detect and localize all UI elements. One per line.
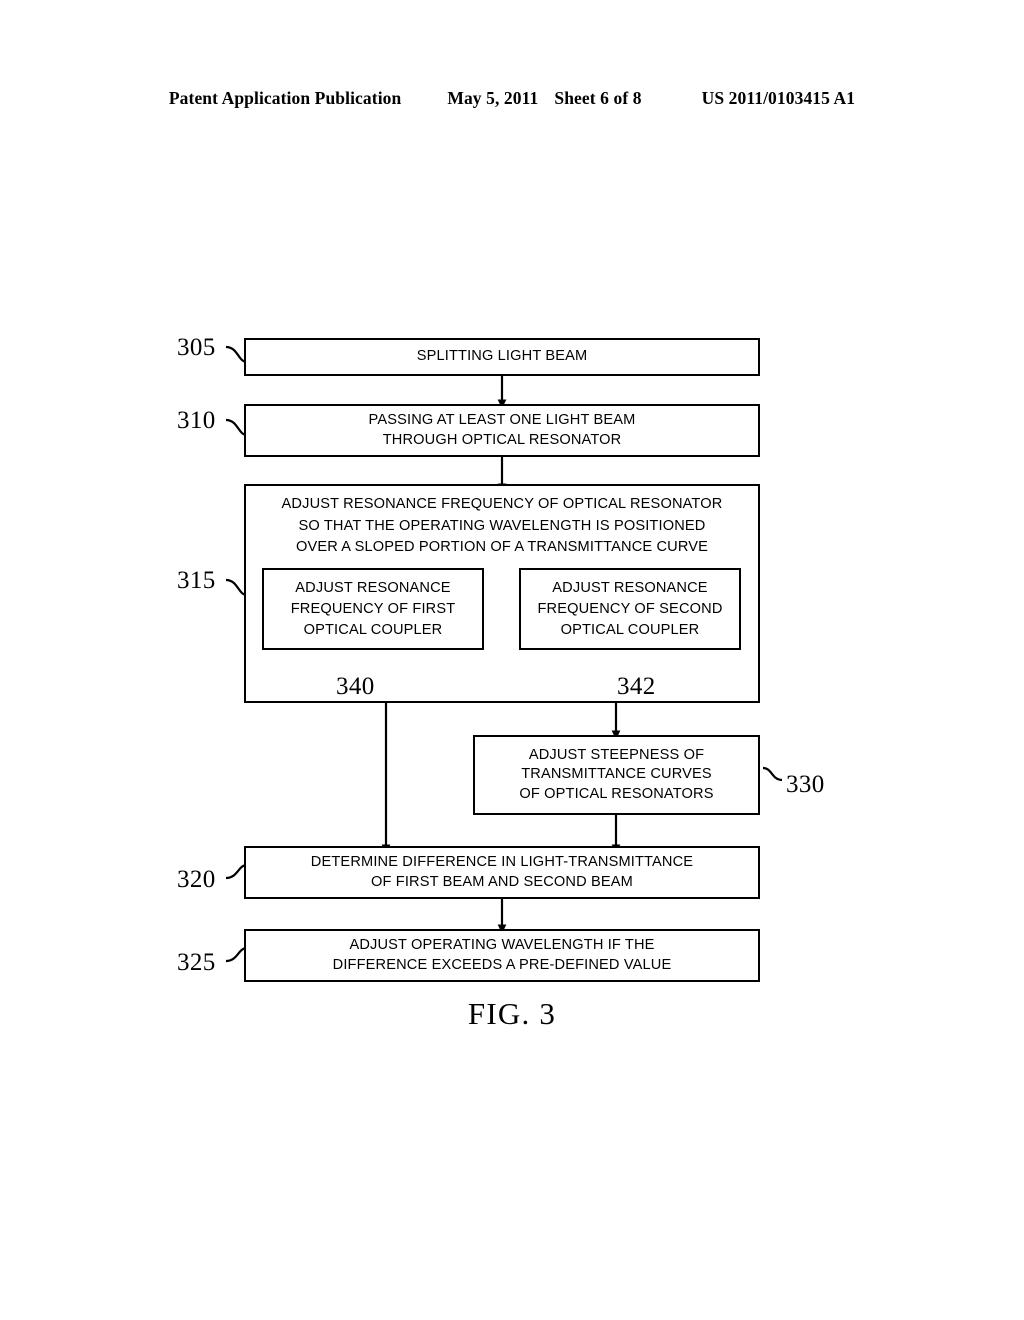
flow-step-310-line-2: THROUGH OPTICAL RESONATOR [382,431,622,448]
flow-substep-340-line-3: OPTICAL COUPLER [303,621,443,638]
flow-step-315-line-2: SO THAT THE OPERATING WAVELENGTH IS POSI… [298,517,706,534]
flow-substep-340-line-2: FREQUENCY OF FIRST [290,600,456,617]
flow-substep-342-line-2: FREQUENCY OF SECOND [537,600,723,617]
figure-caption: FIG. 3 [467,996,557,1031]
flow-step-325-line-2: DIFFERENCE EXCEEDS A PRE-DEFINED VALUE [332,956,672,973]
flow-substep-342[interactable]: ADJUST RESONANCE FREQUENCY OF SECOND OPT… [519,568,741,650]
ref-label-330: 330 [786,771,825,798]
flow-step-325[interactable]: ADJUST OPERATING WAVELENGTH IF THE DIFFE… [244,929,760,982]
ref-label-315: 315 [177,567,216,594]
flow-step-305[interactable]: SPLITTING LIGHT BEAM [244,338,760,376]
flow-substep-342-line-1: ADJUST RESONANCE [552,579,708,596]
flow-step-320[interactable]: DETERMINE DIFFERENCE IN LIGHT-TRANSMITTA… [244,846,760,899]
flow-step-330-line-3: OF OPTICAL RESONATORS [519,785,714,802]
flow-substep-342-line-3: OPTICAL COUPLER [560,621,700,638]
ref-label-305: 305 [177,334,216,361]
flow-step-330-line-2: TRANSMITTANCE CURVES [521,766,712,783]
flowchart-diagram: SPLITTING LIGHT BEAM 305 PASSING AT LEAS… [0,0,1024,1320]
flow-substep-340-line-1: ADJUST RESONANCE [295,579,451,596]
flow-step-320-line-1: DETERMINE DIFFERENCE IN LIGHT-TRANSMITTA… [310,854,694,870]
flow-step-315-line-1: ADJUST RESONANCE FREQUENCY OF OPTICAL RE… [281,496,723,512]
leader-330 [762,766,783,782]
ref-label-320: 320 [177,866,216,893]
ref-label-340: 340 [336,673,375,700]
ref-label-342: 342 [617,673,656,700]
flow-step-315[interactable]: ADJUST RESONANCE FREQUENCY OF OPTICAL RE… [244,484,760,703]
flow-step-315-heading: ADJUST RESONANCE FREQUENCY OF OPTICAL RE… [246,494,758,559]
ref-label-325: 325 [177,949,216,976]
flow-step-320-line-2: OF FIRST BEAM AND SECOND BEAM [371,873,633,890]
flow-step-310-line-1: PASSING AT LEAST ONE LIGHT BEAM [368,412,636,428]
flow-substep-340[interactable]: ADJUST RESONANCE FREQUENCY OF FIRST OPTI… [262,568,484,650]
flow-step-325-line-1: ADJUST OPERATING WAVELENGTH IF THE [349,937,655,953]
flow-step-305-line-1: SPLITTING LIGHT BEAM [416,348,588,365]
flow-step-330-line-1: ADJUST STEEPNESS OF [528,746,705,763]
flow-step-310[interactable]: PASSING AT LEAST ONE LIGHT BEAM THROUGH … [244,404,760,457]
flow-step-315-line-3: OVER A SLOPED PORTION OF A TRANSMITTANCE… [295,539,709,555]
flow-step-330[interactable]: ADJUST STEEPNESS OF TRANSMITTANCE CURVES… [473,735,760,815]
ref-label-310: 310 [177,407,216,434]
